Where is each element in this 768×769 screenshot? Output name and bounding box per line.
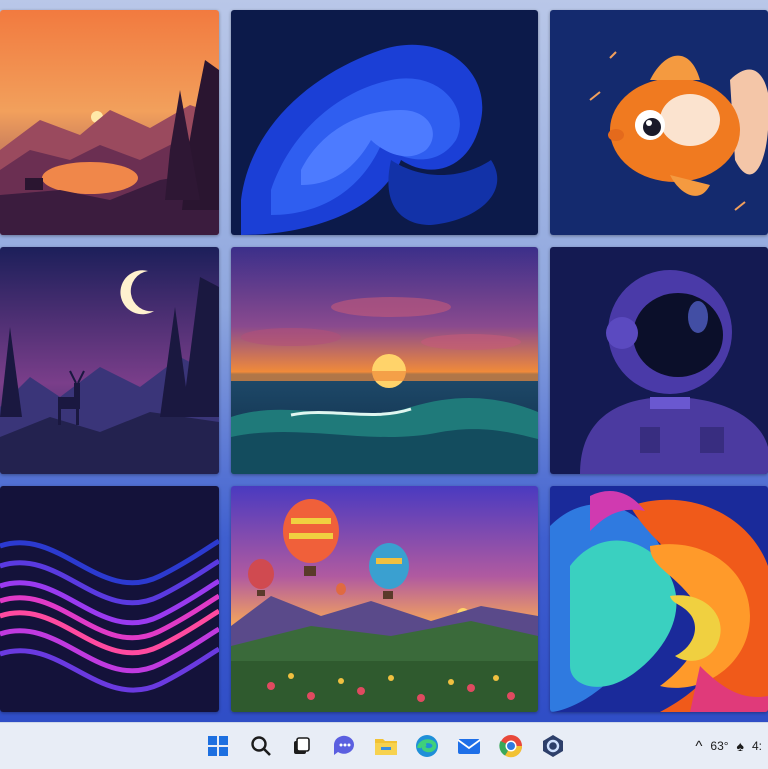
wallpaper-purple-wave-lines[interactable] bbox=[0, 486, 219, 712]
wallpaper-goldfish-space[interactable] bbox=[550, 10, 768, 235]
file-explorer-icon[interactable] bbox=[373, 733, 399, 759]
weather-temperature[interactable]: 63° bbox=[710, 739, 728, 753]
wallpaper-mountain-lake-sunset[interactable] bbox=[0, 10, 219, 235]
settings-icon[interactable] bbox=[540, 733, 566, 759]
wallpaper-astronaut-portrait[interactable] bbox=[550, 247, 768, 474]
system-tray: ^ 63° ♠ 4: bbox=[695, 723, 768, 769]
taskbar: ^ 63° ♠ 4: bbox=[0, 722, 768, 769]
clock-time[interactable]: 4: bbox=[752, 739, 762, 753]
mail-icon[interactable] bbox=[456, 733, 482, 759]
wallpaper-ocean-wave-sunset[interactable] bbox=[231, 247, 538, 474]
windows-start-icon[interactable] bbox=[205, 733, 231, 759]
chat-icon[interactable] bbox=[331, 733, 357, 759]
weather-icon: ♠ bbox=[736, 738, 744, 754]
wallpaper-hot-air-balloons[interactable] bbox=[231, 486, 538, 712]
search-icon[interactable] bbox=[248, 733, 274, 759]
wallpaper-blue-bloom-abstract[interactable] bbox=[231, 10, 538, 235]
chrome-icon[interactable] bbox=[498, 733, 524, 759]
tray-chevron-icon[interactable]: ^ bbox=[695, 738, 702, 755]
wallpaper-colorful-swirl[interactable] bbox=[550, 486, 768, 712]
wallpaper-deer-moonlit-forest[interactable] bbox=[0, 247, 219, 474]
edge-icon[interactable] bbox=[414, 733, 440, 759]
task-view-icon[interactable] bbox=[288, 733, 314, 759]
